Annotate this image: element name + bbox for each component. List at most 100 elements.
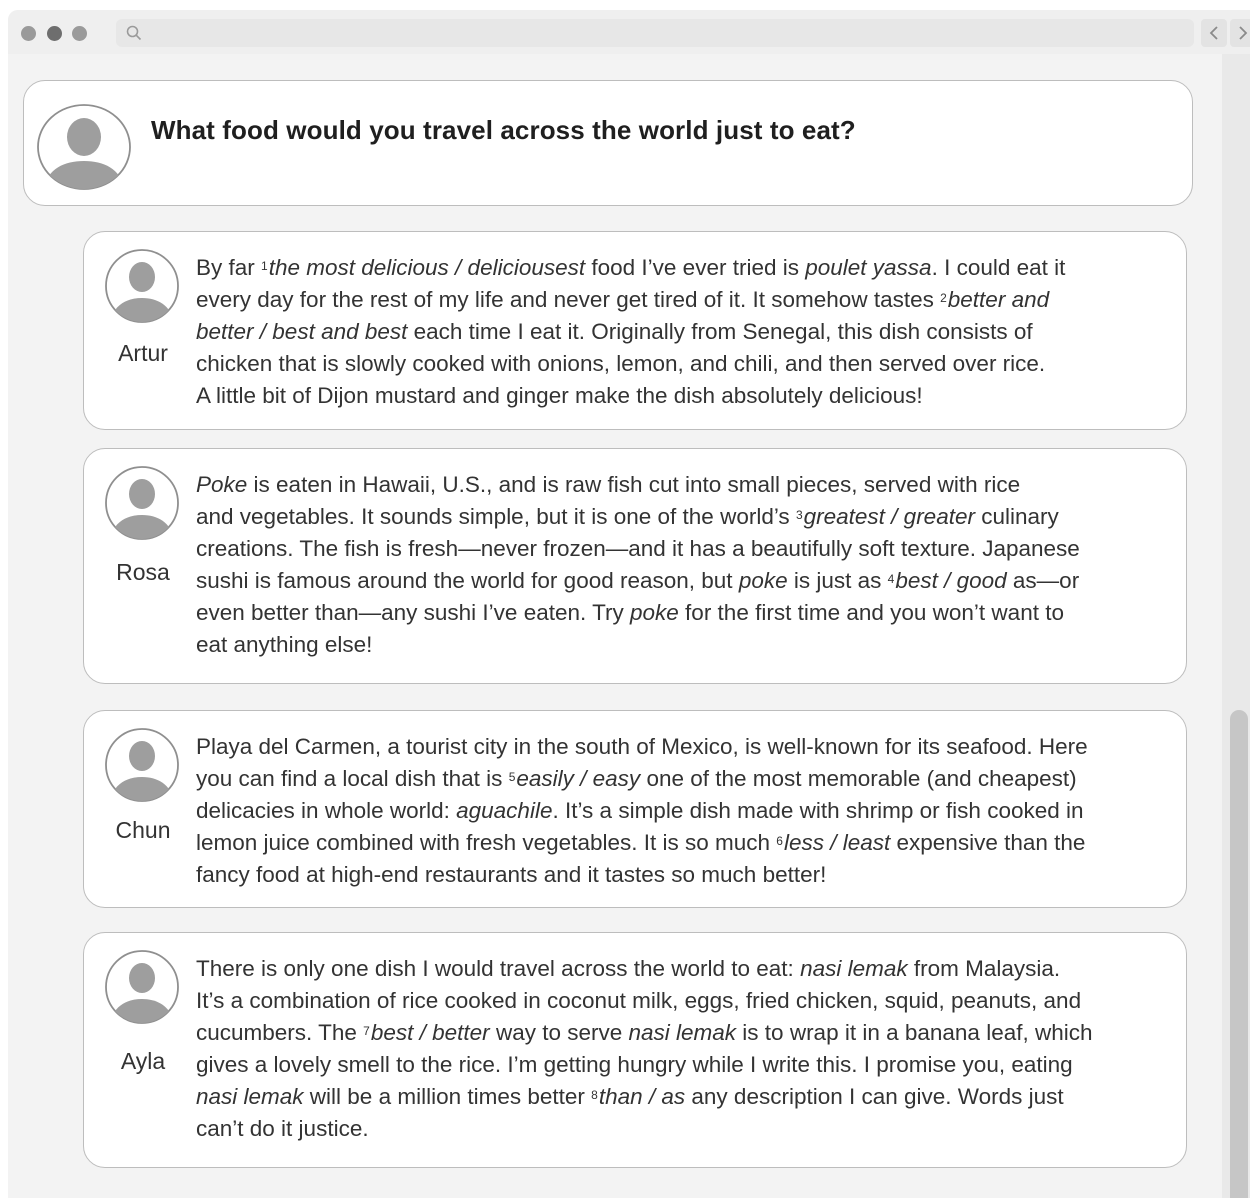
text-run: . It’s a simple dish made with shrimp or… — [552, 798, 1084, 823]
answer-card-chun: Chun Playa del Carmen, a tourist city in… — [83, 710, 1187, 908]
answer-line: Poke is eaten in Hawaii, U.S., and is ra… — [196, 469, 1156, 501]
blank-number: 2 — [940, 291, 947, 305]
text-run: expensive than the — [890, 830, 1086, 855]
author-name: Chun — [115, 817, 171, 843]
italic-text: poke — [738, 568, 788, 593]
text-run: Playa del Carmen, a tourist city in the … — [196, 734, 1088, 759]
chevron-left-icon — [1209, 26, 1218, 40]
window-control-1[interactable] — [21, 26, 36, 41]
text-run: is eaten in Hawaii, U.S., and is raw fis… — [247, 472, 1021, 497]
answer-line: every day for the rest of my life and ne… — [196, 284, 1156, 316]
text-run: A little bit of Dijon mustard and ginger… — [196, 383, 923, 408]
italic-text: poke — [630, 600, 679, 625]
answer-line: By far 1the most delicious / deliciouses… — [196, 252, 1156, 284]
blank-number: 7 — [363, 1024, 370, 1038]
answer-text: There is only one dish I would travel ac… — [196, 953, 1156, 1145]
text-run: cucumbers. The — [196, 1020, 364, 1045]
answer-text: Poke is eaten in Hawaii, U.S., and is ra… — [196, 469, 1156, 661]
italic-text: best / better — [370, 1020, 490, 1045]
text-run: delicacies in whole world: — [196, 798, 457, 823]
answer-line: fancy food at high-end restaurants and i… — [196, 859, 1156, 891]
blank-number: 8 — [591, 1088, 598, 1102]
text-run: one of the most memorable (and cheapest) — [640, 766, 1077, 791]
italic-text: poulet yassa — [805, 255, 932, 280]
text-run: . I could eat it — [931, 255, 1066, 280]
chevron-right-icon — [1239, 26, 1248, 40]
italic-text: nasi lemak — [196, 1084, 304, 1109]
answer-card-ayla: Ayla There is only one dish I would trav… — [83, 932, 1187, 1168]
answer-line: even better than—any sushi I’ve eaten. T… — [196, 597, 1156, 629]
answer-card-rosa: Rosa Poke is eaten in Hawaii, U.S., and … — [83, 448, 1187, 684]
blank-number: 5 — [508, 770, 516, 784]
answer-line: you can find a local dish that is 5easil… — [196, 763, 1156, 795]
text-run: is just as — [787, 568, 888, 593]
text-run: lemon juice combined with fresh vegetabl… — [196, 830, 777, 855]
italic-text: aguachile — [456, 798, 553, 823]
italic-text: greatest / greater — [803, 504, 975, 529]
text-run: even better than—any sushi I’ve eaten. T… — [196, 600, 630, 625]
text-run: There is only one dish I would travel ac… — [196, 956, 801, 981]
answer-line: A little bit of Dijon mustard and ginger… — [196, 380, 1156, 412]
italic-text: nasi lemak — [800, 956, 908, 981]
text-run: It’s a combination of rice cooked in coc… — [196, 988, 1082, 1013]
italic-text: than / as — [598, 1084, 686, 1109]
text-run: eat anything else! — [196, 632, 373, 657]
answer-card-artur: Artur By far 1the most delicious / delic… — [83, 231, 1187, 430]
scrollbar-thumb[interactable] — [1230, 710, 1248, 1198]
answer-line: chicken that is slowly cooked with onion… — [196, 348, 1156, 380]
answer-line: eat anything else! — [196, 629, 1156, 661]
answer-line: delicacies in whole world: aguachile. It… — [196, 795, 1156, 827]
answer-line: and vegetables. It sounds simple, but it… — [196, 501, 1156, 533]
question-title: What food would you travel across the wo… — [151, 115, 856, 145]
text-run: food I’ve ever tried is — [585, 255, 806, 280]
user-avatar-icon — [105, 728, 179, 802]
text-run: way to serve — [489, 1020, 629, 1045]
user-avatar-icon — [105, 466, 179, 540]
text-run: gives a lovely smell to the rice. I’m ge… — [196, 1052, 1073, 1077]
back-button[interactable] — [1201, 19, 1227, 47]
answer-line: can’t do it justice. — [196, 1113, 1156, 1145]
italic-text: nasi lemak — [628, 1020, 737, 1045]
text-run: culinary — [974, 504, 1059, 529]
user-avatar-icon — [37, 104, 131, 190]
text-run: will be a million times better — [303, 1084, 592, 1109]
blank-number: 3 — [795, 508, 803, 522]
answer-line: creations. The fish is fresh—never froze… — [196, 533, 1156, 565]
italic-text: the most delicious / deliciousest — [268, 255, 586, 280]
address-bar[interactable] — [116, 19, 1194, 47]
author-name: Rosa — [116, 559, 170, 585]
text-run: from Malaysia. — [907, 956, 1061, 981]
text-run: any description I can give. Words just — [685, 1084, 1064, 1109]
answer-line: It’s a combination of rice cooked in coc… — [196, 985, 1156, 1017]
browser-window: What food would you travel across the wo… — [8, 10, 1250, 1198]
italic-text: better / best and best — [196, 319, 408, 344]
answer-line: nasi lemak will be a million times bette… — [196, 1081, 1156, 1113]
italic-text: better and — [947, 287, 1050, 312]
search-icon — [126, 25, 142, 41]
text-run: as—or — [1006, 568, 1080, 593]
text-run: can’t do it justice. — [196, 1116, 369, 1141]
text-run: creations. The fish is fresh—never froze… — [196, 536, 1080, 561]
blank-number: 4 — [887, 572, 895, 586]
answer-line: Playa del Carmen, a tourist city in the … — [196, 731, 1156, 763]
answer-text: By far 1the most delicious / deliciouses… — [196, 252, 1156, 412]
text-run: chicken that is slowly cooked with onion… — [196, 351, 1046, 376]
italic-text: Poke — [196, 472, 248, 497]
answer-line: lemon juice combined with fresh vegetabl… — [196, 827, 1156, 859]
text-run: sushi is famous around the world for goo… — [196, 568, 739, 593]
text-run: each time I eat it. Originally from Sene… — [407, 319, 1033, 344]
text-run: By far — [196, 255, 262, 280]
author-name: Artur — [118, 340, 168, 366]
author-name: Ayla — [120, 1048, 166, 1074]
text-run: is to wrap it in a banana leaf, which — [736, 1020, 1093, 1045]
answer-line: gives a lovely smell to the rice. I’m ge… — [196, 1049, 1156, 1081]
window-control-3[interactable] — [72, 26, 87, 41]
title-bar — [8, 10, 1250, 54]
window-control-2[interactable] — [47, 26, 62, 41]
blank-number: 6 — [776, 834, 783, 848]
answer-text: Playa del Carmen, a tourist city in the … — [196, 731, 1156, 891]
text-run: every day for the rest of my life and ne… — [196, 287, 941, 312]
user-avatar-icon — [105, 249, 179, 323]
user-avatar-icon — [105, 950, 179, 1024]
forward-button[interactable] — [1230, 19, 1250, 47]
